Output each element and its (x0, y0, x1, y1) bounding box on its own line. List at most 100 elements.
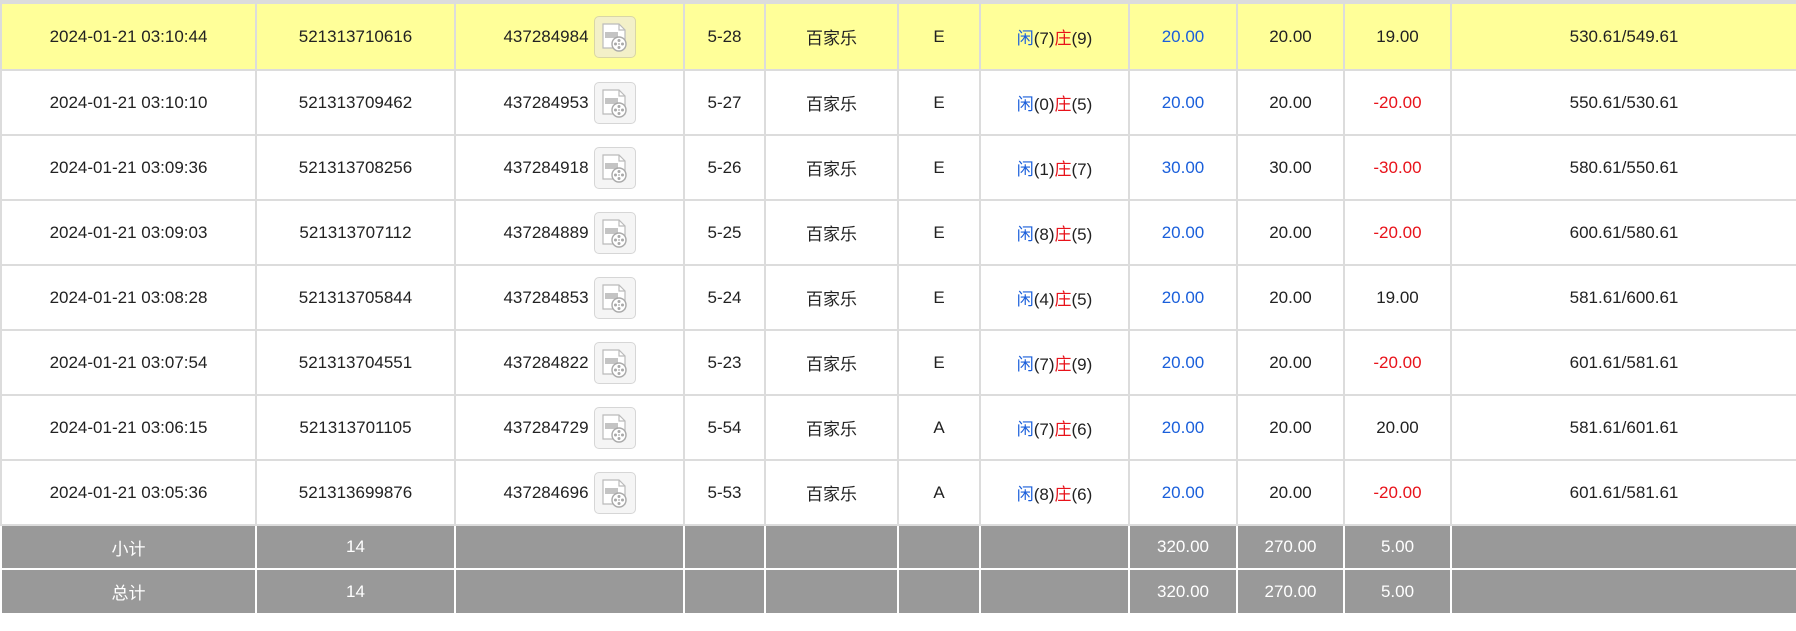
result-cell: 闲(7)庄(6) (979, 394, 1130, 461)
win-loss: 20.00 (1343, 394, 1452, 461)
empty-cell (979, 525, 1130, 570)
table-footer: 小计 14 320.00 270.00 5.00 总计 14 320.00 27… (0, 525, 1796, 615)
table-name: A (897, 394, 981, 461)
table-name: E (897, 69, 981, 136)
bet-time: 2024-01-21 03:10:10 (0, 69, 257, 136)
valid-bet: 20.00 (1236, 329, 1345, 396)
order-number: 521313701105 (255, 394, 456, 461)
total-label: 总计 (0, 569, 257, 615)
subtotal-valid-bet: 270.00 (1236, 525, 1345, 570)
game-number-cell: 437284918 (454, 134, 685, 201)
banker-points: (5) (1071, 290, 1093, 309)
table-row: 2024-01-21 03:08:28 521313705844 4372848… (0, 264, 1796, 331)
film-reel-icon[interactable] (593, 406, 636, 449)
bet-records-table: 2024-01-21 03:10:44 521313710616 4372849… (0, 0, 1796, 615)
banker-points: (9) (1071, 355, 1093, 374)
film-reel-icon[interactable] (593, 146, 636, 189)
game-number-cell: 437284729 (454, 394, 685, 461)
table-name: E (897, 134, 981, 201)
banker-label: 庄 (1054, 485, 1072, 504)
film-reel-icon[interactable] (593, 211, 636, 254)
table-row: 2024-01-21 03:07:54 521313704551 4372848… (0, 329, 1796, 396)
valid-bet: 20.00 (1236, 394, 1345, 461)
player-points: (7) (1033, 29, 1055, 48)
banker-label: 庄 (1054, 225, 1072, 244)
balance: 550.61/530.61 (1450, 69, 1796, 136)
order-number: 521313708256 (255, 134, 456, 201)
win-loss: -20.00 (1343, 329, 1452, 396)
bet-time: 2024-01-21 03:08:28 (0, 264, 257, 331)
round-number: 5-25 (683, 199, 766, 266)
bet-time: 2024-01-21 03:07:54 (0, 329, 257, 396)
subtotal-bet: 320.00 (1128, 525, 1238, 570)
game-number: 437284696 (503, 482, 589, 502)
result-cell: 闲(0)庄(5) (979, 69, 1130, 136)
player-points: (0) (1033, 95, 1055, 114)
valid-bet: 30.00 (1236, 134, 1345, 201)
player-points: (7) (1033, 420, 1055, 439)
round-number: 5-53 (683, 459, 766, 526)
player-points: (7) (1033, 355, 1055, 374)
bet-amount: 20.00 (1128, 264, 1238, 331)
win-loss: 19.00 (1343, 0, 1452, 71)
bet-amount: 20.00 (1128, 199, 1238, 266)
order-number: 521313704551 (255, 329, 456, 396)
banker-label: 庄 (1054, 420, 1072, 439)
player-label: 闲 (1016, 420, 1034, 439)
game-number: 437284889 (503, 222, 589, 242)
order-number: 521313699876 (255, 459, 456, 526)
total-row: 总计 14 320.00 270.00 5.00 (0, 569, 1796, 615)
win-loss: -20.00 (1343, 69, 1452, 136)
empty-cell (764, 569, 899, 615)
banker-points: (7) (1071, 160, 1093, 179)
round-number: 5-28 (683, 0, 766, 71)
round-number: 5-26 (683, 134, 766, 201)
result-cell: 闲(7)庄(9) (979, 329, 1130, 396)
game-number: 437284918 (503, 157, 589, 177)
empty-cell (897, 569, 981, 615)
game-number-cell: 437284953 (454, 69, 685, 136)
banker-label: 庄 (1054, 290, 1072, 309)
result-cell: 闲(1)庄(7) (979, 134, 1130, 201)
player-points: (8) (1033, 225, 1055, 244)
player-points: (1) (1033, 160, 1055, 179)
game-number: 437284729 (503, 417, 589, 437)
film-reel-icon[interactable] (593, 276, 636, 319)
table-row: 2024-01-21 03:10:44 521313710616 4372849… (0, 0, 1796, 71)
game-number-cell: 437284696 (454, 459, 685, 526)
banker-label: 庄 (1054, 95, 1072, 114)
game-number-cell: 437284889 (454, 199, 685, 266)
win-loss: 19.00 (1343, 264, 1452, 331)
table-name: E (897, 0, 981, 71)
bet-time: 2024-01-21 03:09:36 (0, 134, 257, 201)
player-label: 闲 (1016, 160, 1034, 179)
table-row: 2024-01-21 03:09:03 521313707112 4372848… (0, 199, 1796, 266)
order-number: 521313707112 (255, 199, 456, 266)
player-points: (4) (1033, 290, 1055, 309)
balance: 580.61/550.61 (1450, 134, 1796, 201)
total-bet: 320.00 (1128, 569, 1238, 615)
game-name: 百家乐 (764, 134, 899, 201)
game-name: 百家乐 (764, 69, 899, 136)
result-cell: 闲(4)庄(5) (979, 264, 1130, 331)
film-reel-icon[interactable] (593, 81, 636, 124)
balance: 581.61/601.61 (1450, 394, 1796, 461)
film-reel-icon[interactable] (593, 471, 636, 514)
game-name: 百家乐 (764, 264, 899, 331)
table-body: 2024-01-21 03:10:44 521313710616 4372849… (0, 0, 1796, 526)
bet-amount: 20.00 (1128, 459, 1238, 526)
balance: 530.61/549.61 (1450, 0, 1796, 71)
total-valid-bet: 270.00 (1236, 569, 1345, 615)
empty-cell (1450, 569, 1796, 615)
empty-cell (979, 569, 1130, 615)
result-cell: 闲(8)庄(6) (979, 459, 1130, 526)
order-number: 521313709462 (255, 69, 456, 136)
result-cell: 闲(8)庄(5) (979, 199, 1130, 266)
bet-amount: 30.00 (1128, 134, 1238, 201)
player-label: 闲 (1016, 485, 1034, 504)
game-number: 437284953 (503, 92, 589, 112)
table-row: 2024-01-21 03:05:36 521313699876 4372846… (0, 459, 1796, 526)
game-name: 百家乐 (764, 0, 899, 71)
film-reel-icon[interactable] (593, 341, 636, 384)
film-reel-icon[interactable] (593, 15, 636, 58)
